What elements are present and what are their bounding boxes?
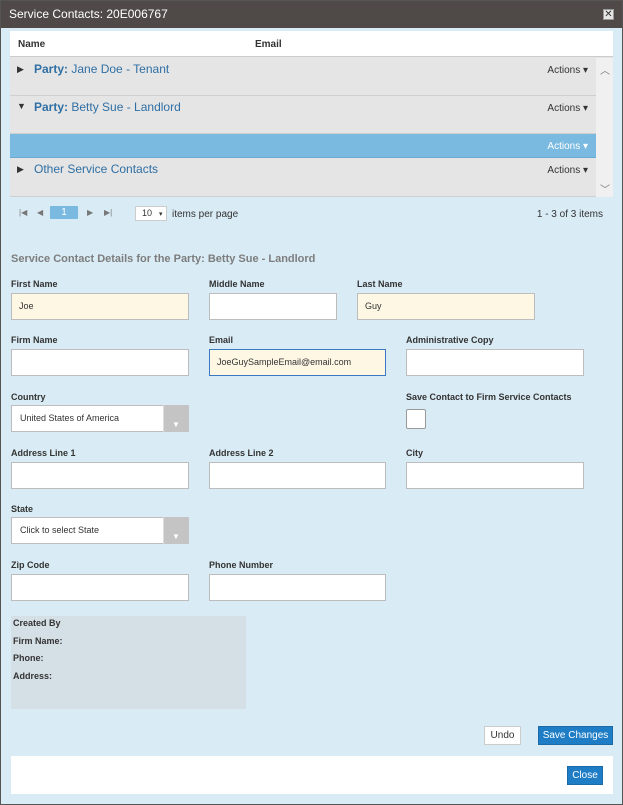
- first-name-label: First Name: [11, 279, 58, 289]
- pager-info: 1 - 3 of 3 items: [536, 209, 603, 220]
- admin-copy-label: Administrative Copy: [406, 335, 494, 345]
- scroll-down-icon[interactable]: ﹀: [600, 181, 610, 196]
- state-value: Click to select State: [20, 525, 100, 535]
- row-label: Party: Betty Sue - Landlord: [34, 100, 181, 114]
- address1-field[interactable]: [11, 462, 189, 489]
- items-per-page-label: items per page: [172, 209, 239, 220]
- email-field[interactable]: JoeGuySampleEmail@email.com: [209, 349, 386, 376]
- phone-info: Phone:: [13, 653, 44, 663]
- firm-name-label: Firm Name: [11, 335, 58, 345]
- middle-name-label: Middle Name: [209, 279, 265, 289]
- address2-field[interactable]: [209, 462, 386, 489]
- phone-label: Phone Number: [209, 560, 274, 570]
- phone-field[interactable]: [209, 574, 386, 601]
- created-by-info: Created By Firm Name: Phone: Address:: [11, 616, 246, 709]
- grid-row-selected-contact[interactable]: Actions ▾: [10, 134, 596, 158]
- last-name-field[interactable]: Guy: [357, 293, 535, 320]
- dialog-title: Service Contacts: 20E006767: [9, 7, 168, 21]
- grid-pager: |◀ ◀ 1 ▶ ▶| 10 ▾ items per page 1 - 3 of…: [10, 201, 613, 229]
- column-header-email[interactable]: Email: [255, 39, 282, 50]
- actions-menu[interactable]: Actions ▾: [547, 65, 588, 76]
- party-name: Betty Sue - Landlord: [71, 100, 181, 114]
- undo-button[interactable]: Undo: [484, 726, 521, 745]
- dialog-titlebar: Service Contacts: 20E006767: [1, 1, 622, 28]
- grid-row-other-contacts[interactable]: ▶ Other Service Contacts Actions ▾: [10, 158, 596, 197]
- row-label: Party: Jane Doe - Tenant: [34, 62, 169, 76]
- address-info: Address:: [13, 671, 53, 681]
- grid-scrollbar[interactable]: ︿ ﹀: [596, 58, 613, 197]
- row-label: Other Service Contacts: [34, 162, 159, 176]
- expand-icon[interactable]: ▶: [17, 64, 24, 75]
- prev-page-icon[interactable]: ◀: [37, 208, 43, 217]
- address1-label: Address Line 1: [11, 448, 76, 458]
- country-select[interactable]: United States of America ▼: [11, 405, 189, 432]
- country-value: United States of America: [20, 413, 120, 423]
- scroll-up-icon[interactable]: ︿: [600, 62, 610, 77]
- next-page-icon[interactable]: ▶: [87, 208, 93, 217]
- save-changes-button[interactable]: Save Changes: [538, 726, 613, 745]
- party-prefix: Party:: [34, 100, 69, 114]
- dropdown-button[interactable]: ▼: [163, 517, 189, 544]
- dialog-footer: [11, 756, 613, 794]
- expand-icon[interactable]: ▶: [17, 164, 24, 175]
- actions-menu[interactable]: Actions ▾: [547, 103, 588, 114]
- grid-row-jane-doe[interactable]: ▶ Party: Jane Doe - Tenant Actions ▾: [10, 58, 596, 96]
- firm-name-info: Firm Name:: [13, 636, 63, 646]
- column-header-name[interactable]: Name: [18, 39, 45, 50]
- section-title: Service Contact Details for the Party: B…: [11, 253, 316, 265]
- city-field[interactable]: [406, 462, 584, 489]
- state-select[interactable]: Click to select State ▼: [11, 517, 189, 544]
- first-page-icon[interactable]: |◀: [19, 208, 27, 217]
- contacts-grid: Name Email ▶ Party: Jane Doe - Tenant Ac…: [10, 31, 613, 197]
- close-icon[interactable]: ✕: [603, 9, 614, 20]
- party-name: Jane Doe - Tenant: [71, 62, 170, 76]
- firm-name-field[interactable]: [11, 349, 189, 376]
- address2-label: Address Line 2: [209, 448, 274, 458]
- save-contact-label: Save Contact to Firm Service Contacts: [406, 392, 572, 402]
- chevron-down-icon: ▼: [172, 532, 180, 541]
- save-contact-checkbox[interactable]: [406, 409, 426, 429]
- city-label: City: [406, 448, 424, 458]
- collapse-icon[interactable]: ▼: [17, 101, 26, 111]
- middle-name-field[interactable]: [209, 293, 337, 320]
- chevron-down-icon: ▾: [159, 211, 163, 218]
- chevron-down-icon: ▼: [172, 420, 180, 429]
- service-contacts-dialog: Service Contacts: 20E006767 ✕ Name Email…: [0, 0, 623, 805]
- email-label: Email: [209, 335, 234, 345]
- last-name-label: Last Name: [357, 279, 403, 289]
- zip-field[interactable]: [11, 574, 189, 601]
- created-by-label: Created By: [13, 618, 61, 628]
- admin-copy-field[interactable]: [406, 349, 584, 376]
- actions-menu[interactable]: Actions ▾: [547, 165, 588, 176]
- current-page[interactable]: 1: [50, 206, 78, 219]
- dropdown-button[interactable]: ▼: [163, 405, 189, 432]
- grid-header: Name Email: [10, 31, 613, 57]
- grid-row-betty-sue[interactable]: ▼ Party: Betty Sue - Landlord Actions ▾: [10, 96, 596, 134]
- country-label: Country: [11, 392, 46, 402]
- first-name-field[interactable]: Joe: [11, 293, 189, 320]
- last-page-icon[interactable]: ▶|: [104, 208, 112, 217]
- close-button[interactable]: Close: [567, 766, 603, 785]
- zip-label: Zip Code: [11, 560, 50, 570]
- actions-menu[interactable]: Actions ▾: [547, 141, 588, 152]
- party-prefix: Party:: [34, 62, 69, 76]
- state-label: State: [11, 504, 34, 514]
